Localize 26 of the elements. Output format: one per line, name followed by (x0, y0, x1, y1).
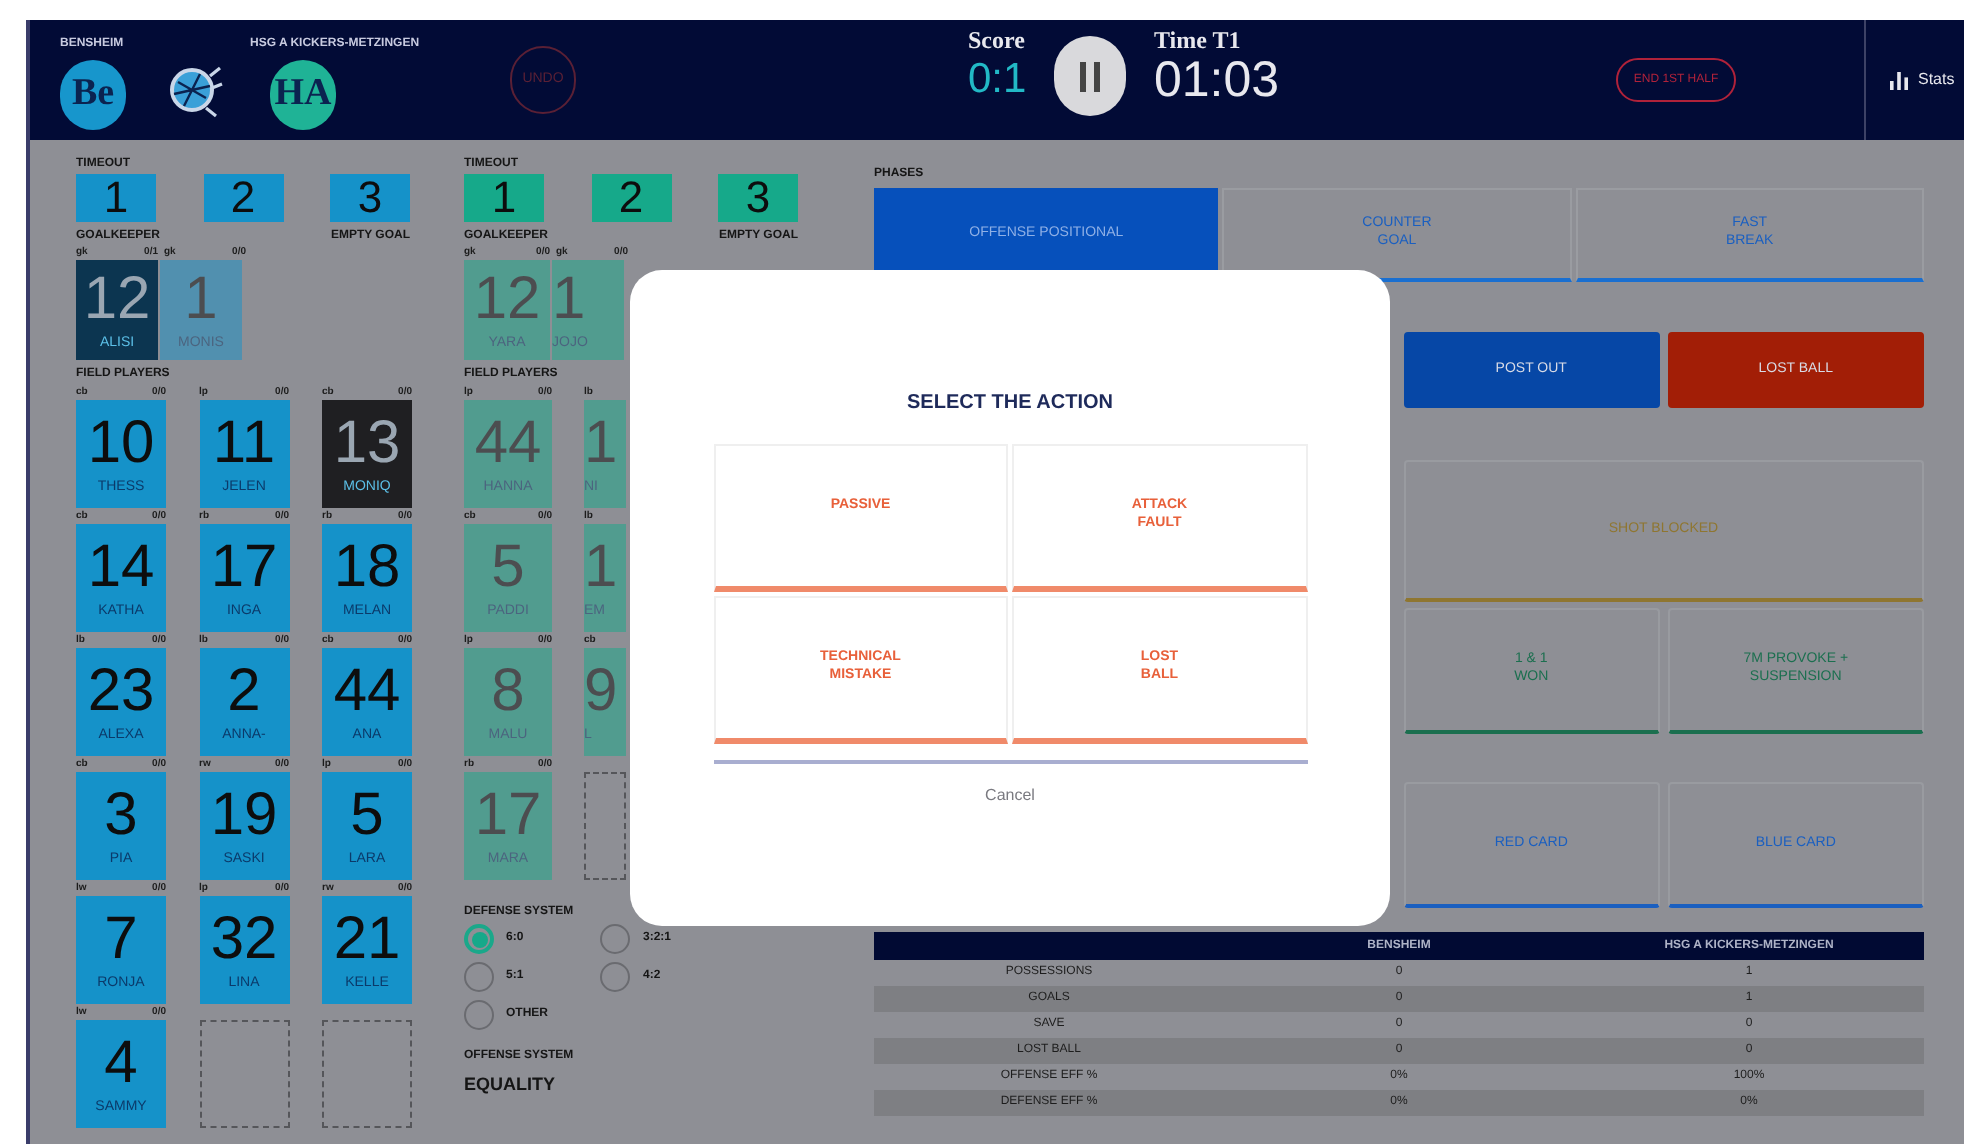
team-badge[interactable]: Be (60, 60, 126, 130)
timeout-button[interactable]: 3 (330, 174, 410, 222)
timeout-button[interactable]: 1 (464, 174, 544, 222)
score-value: 0:1 (968, 58, 1029, 100)
timeout-button[interactable]: 1 (76, 174, 156, 222)
stats-link[interactable]: Stats (1918, 68, 1955, 92)
pause-button[interactable] (1054, 36, 1126, 116)
timeout-button[interactable]: 2 (591, 174, 671, 222)
radio-button[interactable] (600, 924, 631, 954)
offense-system-value: EQUALITY (464, 1072, 558, 1098)
radio-button[interactable] (464, 1000, 494, 1030)
cancel-button[interactable]: Cancel (985, 784, 1035, 808)
timeout-button[interactable]: 2 (203, 174, 283, 222)
empty-slot[interactable] (322, 1020, 412, 1128)
radio-button[interactable] (600, 962, 631, 992)
empty-slot[interactable] (584, 772, 626, 880)
time-value: 01:03 (1154, 56, 1282, 106)
team-badge[interactable]: HA (270, 60, 336, 130)
timeout-button[interactable]: 3 (718, 174, 798, 222)
empty-slot[interactable] (199, 1020, 289, 1128)
radio-button[interactable] (464, 924, 494, 954)
dialog-title: SELECT THE ACTION (907, 390, 1113, 416)
time-label: Time T1 (1154, 28, 1243, 52)
radio-button[interactable] (464, 962, 494, 992)
bar-chart-icon (1890, 71, 1908, 89)
score-label: Score (968, 28, 1027, 52)
